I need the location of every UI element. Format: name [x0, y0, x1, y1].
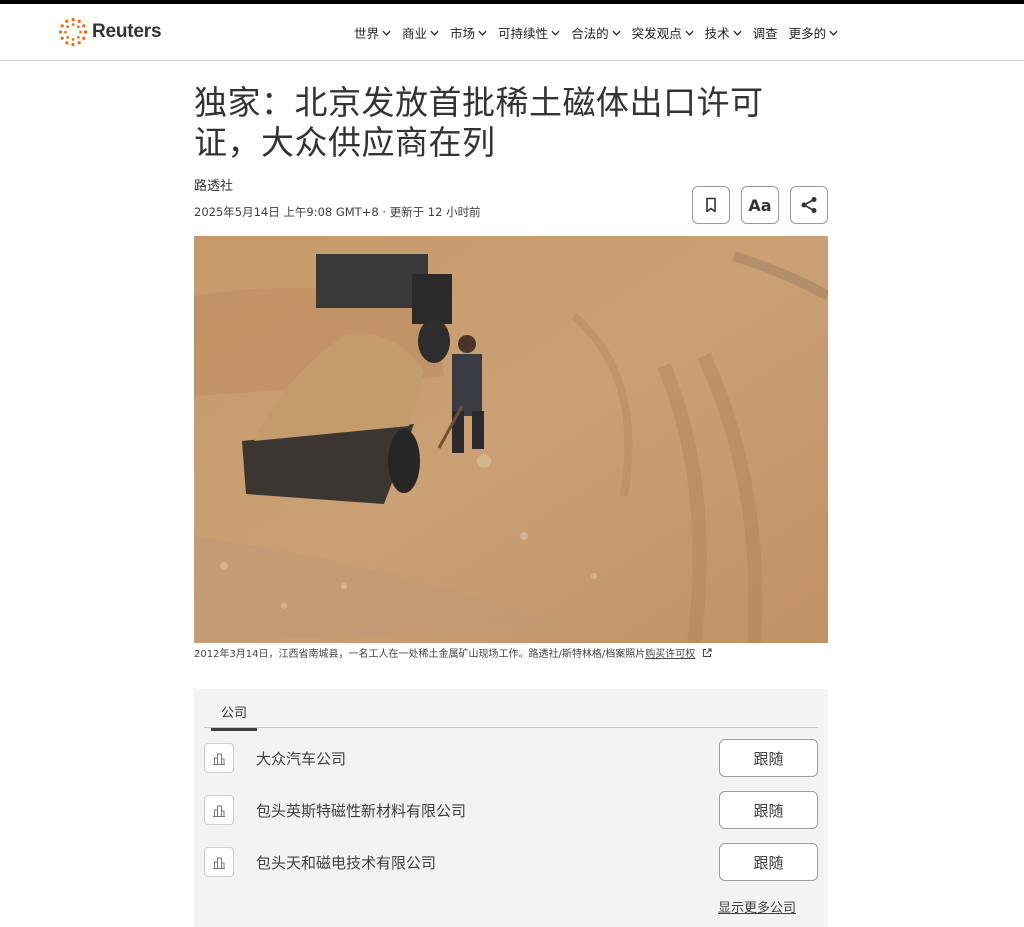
article-title: 独家：北京发放首批稀土磁体出口许可证，大众供应商在列 — [194, 83, 764, 162]
text-size-label: Aa — [748, 195, 772, 215]
company-name[interactable]: 大众汽车公司 — [256, 748, 346, 769]
reuters-logo[interactable]: Reuters — [58, 17, 162, 47]
article: 独家：北京发放首批稀土磁体出口许可证，大众供应商在列 路透社 2025年5月14… — [194, 61, 828, 927]
nav-label: 突发观点 — [631, 26, 682, 41]
nav-label: 技术 — [704, 26, 730, 41]
chevron-down-icon — [685, 30, 694, 36]
company-row: 包头天和磁电技术有限公司 跟随 — [204, 842, 818, 882]
article-tools: Aa — [692, 186, 828, 224]
nav-item-legal[interactable]: 合法的 — [571, 23, 621, 42]
building-icon — [204, 795, 234, 825]
nav-label: 可持续性 — [498, 26, 549, 41]
nav-label: 市场 — [450, 26, 476, 41]
article-photo[interactable] — [194, 236, 828, 643]
nav-label: 更多的 — [788, 26, 827, 41]
chevron-down-icon — [478, 30, 487, 36]
nav-item-sustainability[interactable]: 可持续性 — [498, 23, 560, 42]
nav-label: 商业 — [402, 26, 428, 41]
license-link[interactable]: 购买许可权 — [645, 649, 695, 660]
company-name[interactable]: 包头天和磁电技术有限公司 — [256, 852, 436, 873]
nav-item-investigations[interactable]: 调查 — [753, 23, 778, 42]
chevron-down-icon — [382, 30, 391, 36]
reuters-logo-icon — [58, 17, 88, 47]
article-date: 2025年5月14日 上午9:08 GMT+8 · 更新于 12 小时前 — [194, 205, 481, 219]
companies-tabs: 公司 — [204, 689, 818, 731]
company-name[interactable]: 包头英斯特磁性新材料有限公司 — [256, 800, 466, 821]
share-button[interactable] — [790, 186, 828, 224]
article-meta: 2025年5月14日 上午9:08 GMT+8 · 更新于 12 小时前 Aa — [194, 186, 828, 236]
nav-item-more[interactable]: 更多的 — [789, 23, 839, 42]
chevron-down-icon — [430, 30, 439, 36]
text-size-button[interactable]: Aa — [741, 186, 779, 224]
building-icon — [204, 743, 234, 773]
nav-item-technology[interactable]: 技术 — [705, 23, 742, 42]
share-icon — [801, 197, 817, 213]
nav-item-business[interactable]: 商业 — [402, 23, 439, 42]
site-header: Reuters 世界 商业 市场 可持续性 合法的 突发观点 技术 调查 更多的 — [0, 4, 1024, 61]
companies-panel: 公司 大众汽车公司 跟随 包头英斯特磁性新材料有限公司 跟随 包头天和磁电技术有… — [194, 689, 828, 927]
logo-text: Reuters — [92, 21, 162, 42]
nav-label: 世界 — [354, 26, 380, 41]
nav-item-world[interactable]: 世界 — [354, 23, 391, 42]
show-more-companies-link[interactable]: 显示更多公司 — [718, 897, 796, 916]
tab-companies[interactable]: 公司 — [211, 702, 257, 731]
chevron-down-icon — [829, 30, 838, 36]
follow-button[interactable]: 跟随 — [719, 739, 818, 777]
caption-text: 2012年3月14日，江西省南城县，一名工人在一处稀土金属矿山现场工作。路透社/… — [194, 649, 646, 660]
follow-button[interactable]: 跟随 — [719, 843, 818, 881]
photo-caption: 2012年3月14日，江西省南城县，一名工人在一处稀土金属矿山现场工作。路透社/… — [194, 648, 828, 661]
chevron-down-icon — [733, 30, 742, 36]
bookmark-icon — [706, 197, 716, 213]
bookmark-button[interactable] — [692, 186, 730, 224]
main-nav: 世界 商业 市场 可持续性 合法的 突发观点 技术 调查 更多的 — [354, 4, 849, 61]
follow-button[interactable]: 跟随 — [719, 791, 818, 829]
nav-item-breakingviews[interactable]: 突发观点 — [632, 23, 694, 42]
chevron-down-icon — [612, 30, 621, 36]
chevron-down-icon — [551, 30, 560, 36]
company-row: 大众汽车公司 跟随 — [204, 738, 818, 778]
nav-label: 调查 — [752, 26, 778, 41]
company-row: 包头英斯特磁性新材料有限公司 跟随 — [204, 790, 818, 830]
nav-label: 合法的 — [571, 26, 609, 41]
external-link-icon[interactable] — [702, 648, 713, 658]
nav-item-markets[interactable]: 市场 — [450, 23, 487, 42]
building-icon — [204, 847, 234, 877]
